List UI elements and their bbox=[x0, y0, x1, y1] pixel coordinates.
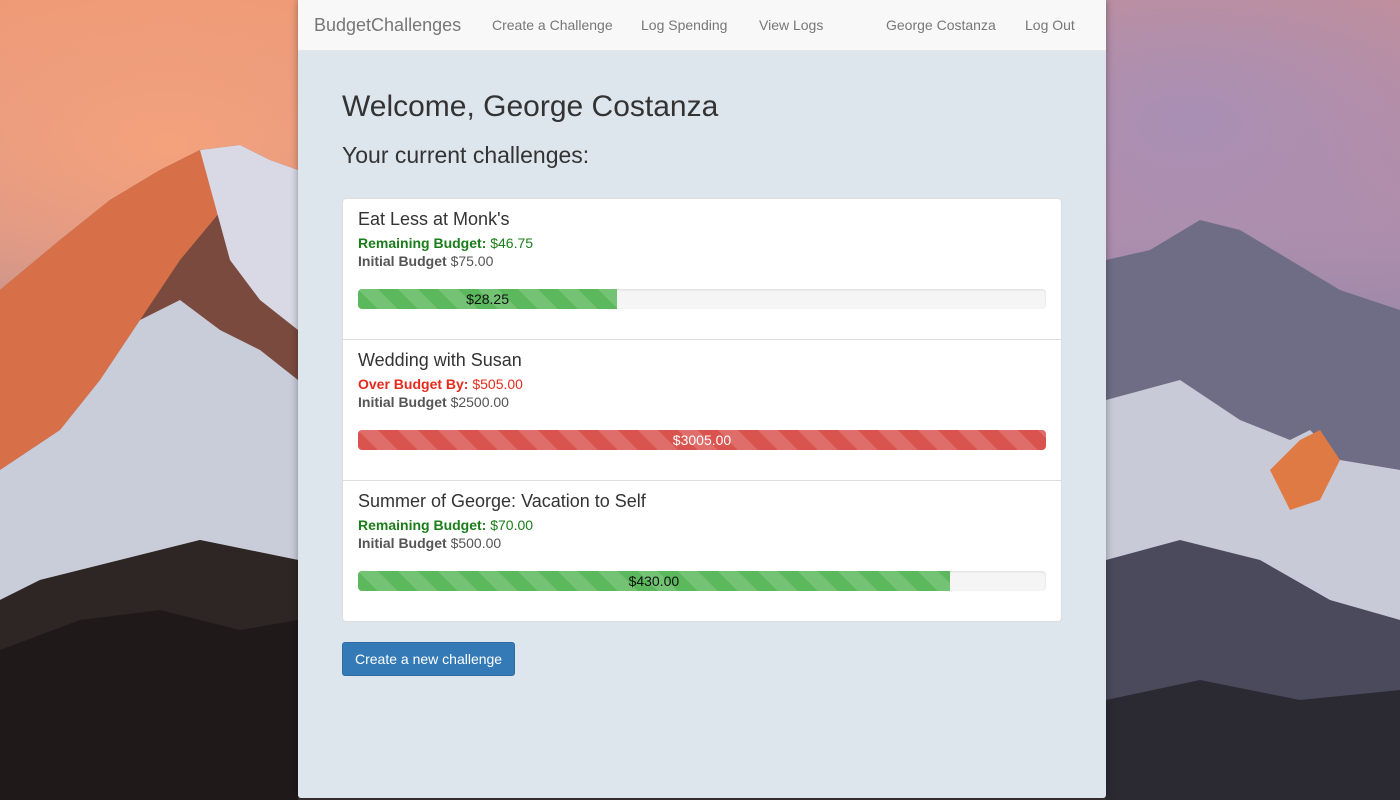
nav-log-spending[interactable]: Log Spending bbox=[641, 17, 727, 33]
spending-progress: $430.00 bbox=[358, 571, 1046, 591]
initial-budget-value: $500.00 bbox=[450, 535, 502, 551]
initial-budget-label: Initial Budget bbox=[358, 535, 447, 551]
nav-view-logs[interactable]: View Logs bbox=[759, 17, 823, 33]
budget-status: Remaining Budget: $70.00 bbox=[358, 516, 533, 534]
challenge-item[interactable]: Eat Less at Monk's Remaining Budget: $46… bbox=[343, 199, 1061, 339]
spending-progress: $3005.00 bbox=[358, 430, 1046, 450]
challenge-item[interactable]: Summer of George: Vacation to Self Remai… bbox=[343, 480, 1061, 621]
initial-budget-label: Initial Budget bbox=[358, 394, 447, 410]
navbar: BudgetChallenges Create a Challenge Log … bbox=[298, 0, 1106, 51]
page-title: Welcome, George Costanza bbox=[342, 90, 719, 123]
nav-log-out[interactable]: Log Out bbox=[1025, 17, 1075, 33]
challenge-title: Summer of George: Vacation to Self bbox=[358, 491, 646, 511]
main-content: Welcome, George Costanza Your current ch… bbox=[342, 88, 1062, 676]
spending-progress-bar: $430.00 bbox=[358, 571, 950, 591]
create-challenge-button[interactable]: Create a new challenge bbox=[342, 642, 516, 676]
challenge-title: Wedding with Susan bbox=[358, 350, 522, 370]
section-heading: Your current challenges: bbox=[342, 142, 590, 168]
spending-progress: $28.25 bbox=[358, 289, 1046, 309]
initial-budget-value: $2500.00 bbox=[450, 394, 509, 410]
browser-window: BudgetChallenges Create a Challenge Log … bbox=[298, 0, 1106, 798]
budget-status-value: $70.00 bbox=[490, 517, 534, 533]
initial-budget: Initial Budget $75.00 bbox=[358, 252, 493, 270]
budget-status-label: Remaining Budget: bbox=[358, 235, 487, 251]
initial-budget-label: Initial Budget bbox=[358, 253, 447, 269]
budget-status-value: $46.75 bbox=[490, 235, 534, 251]
initial-budget-value: $75.00 bbox=[450, 253, 494, 269]
challenge-list: Eat Less at Monk's Remaining Budget: $46… bbox=[342, 198, 1062, 622]
budget-status-value: $505.00 bbox=[472, 376, 523, 392]
nav-user-name[interactable]: George Costanza bbox=[886, 17, 996, 33]
challenge-item[interactable]: Wedding with Susan Over Budget By: $505.… bbox=[343, 339, 1061, 480]
spending-progress-bar: $3005.00 bbox=[358, 430, 1046, 450]
budget-status: Remaining Budget: $46.75 bbox=[358, 234, 533, 252]
budget-status: Over Budget By: $505.00 bbox=[358, 375, 523, 393]
challenge-title: Eat Less at Monk's bbox=[358, 209, 510, 229]
spending-progress-bar: $28.25 bbox=[358, 289, 618, 309]
nav-create-challenge[interactable]: Create a Challenge bbox=[492, 17, 613, 33]
budget-status-label: Over Budget By: bbox=[358, 376, 469, 392]
initial-budget: Initial Budget $2500.00 bbox=[358, 393, 509, 411]
budget-status-label: Remaining Budget: bbox=[358, 517, 487, 533]
brand-link[interactable]: BudgetChallenges bbox=[314, 15, 461, 36]
initial-budget: Initial Budget $500.00 bbox=[358, 534, 501, 552]
